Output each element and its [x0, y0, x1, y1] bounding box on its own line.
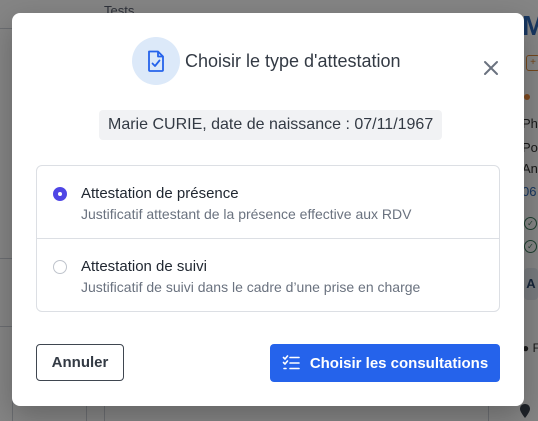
option-attestation-suivi[interactable]: Attestation de suivi Justificatif de sui… [37, 238, 499, 311]
radio-attestation-suivi[interactable] [53, 260, 67, 274]
choose-consultations-label: Choisir les consultations [309, 354, 489, 372]
attestation-options: Attestation de présence Justificatif att… [36, 165, 500, 312]
dialog-header: Choisir le type d'attestation [12, 37, 524, 85]
choose-consultations-button[interactable]: Choisir les consultations [270, 344, 500, 382]
option-label: Attestation de présence [81, 185, 239, 202]
option-description: Justificatif de suivi dans le cadre d’un… [81, 279, 421, 295]
document-check-icon [132, 37, 180, 85]
close-icon [484, 61, 498, 75]
patient-info-chip: Marie CURIE, date de naissance : 07/11/1… [99, 110, 443, 140]
close-button[interactable] [480, 57, 502, 79]
option-label: Attestation de suivi [81, 258, 207, 275]
option-description: Justificatif attestant de la présence ef… [81, 206, 412, 222]
option-attestation-presence[interactable]: Attestation de présence Justificatif att… [37, 166, 499, 238]
cancel-button[interactable]: Annuler [36, 344, 124, 381]
list-icon [282, 355, 300, 370]
attestation-type-dialog: Choisir le type d'attestation Marie CURI… [12, 13, 524, 406]
radio-attestation-presence[interactable] [53, 187, 67, 201]
dialog-title: Choisir le type d'attestation [185, 51, 401, 71]
